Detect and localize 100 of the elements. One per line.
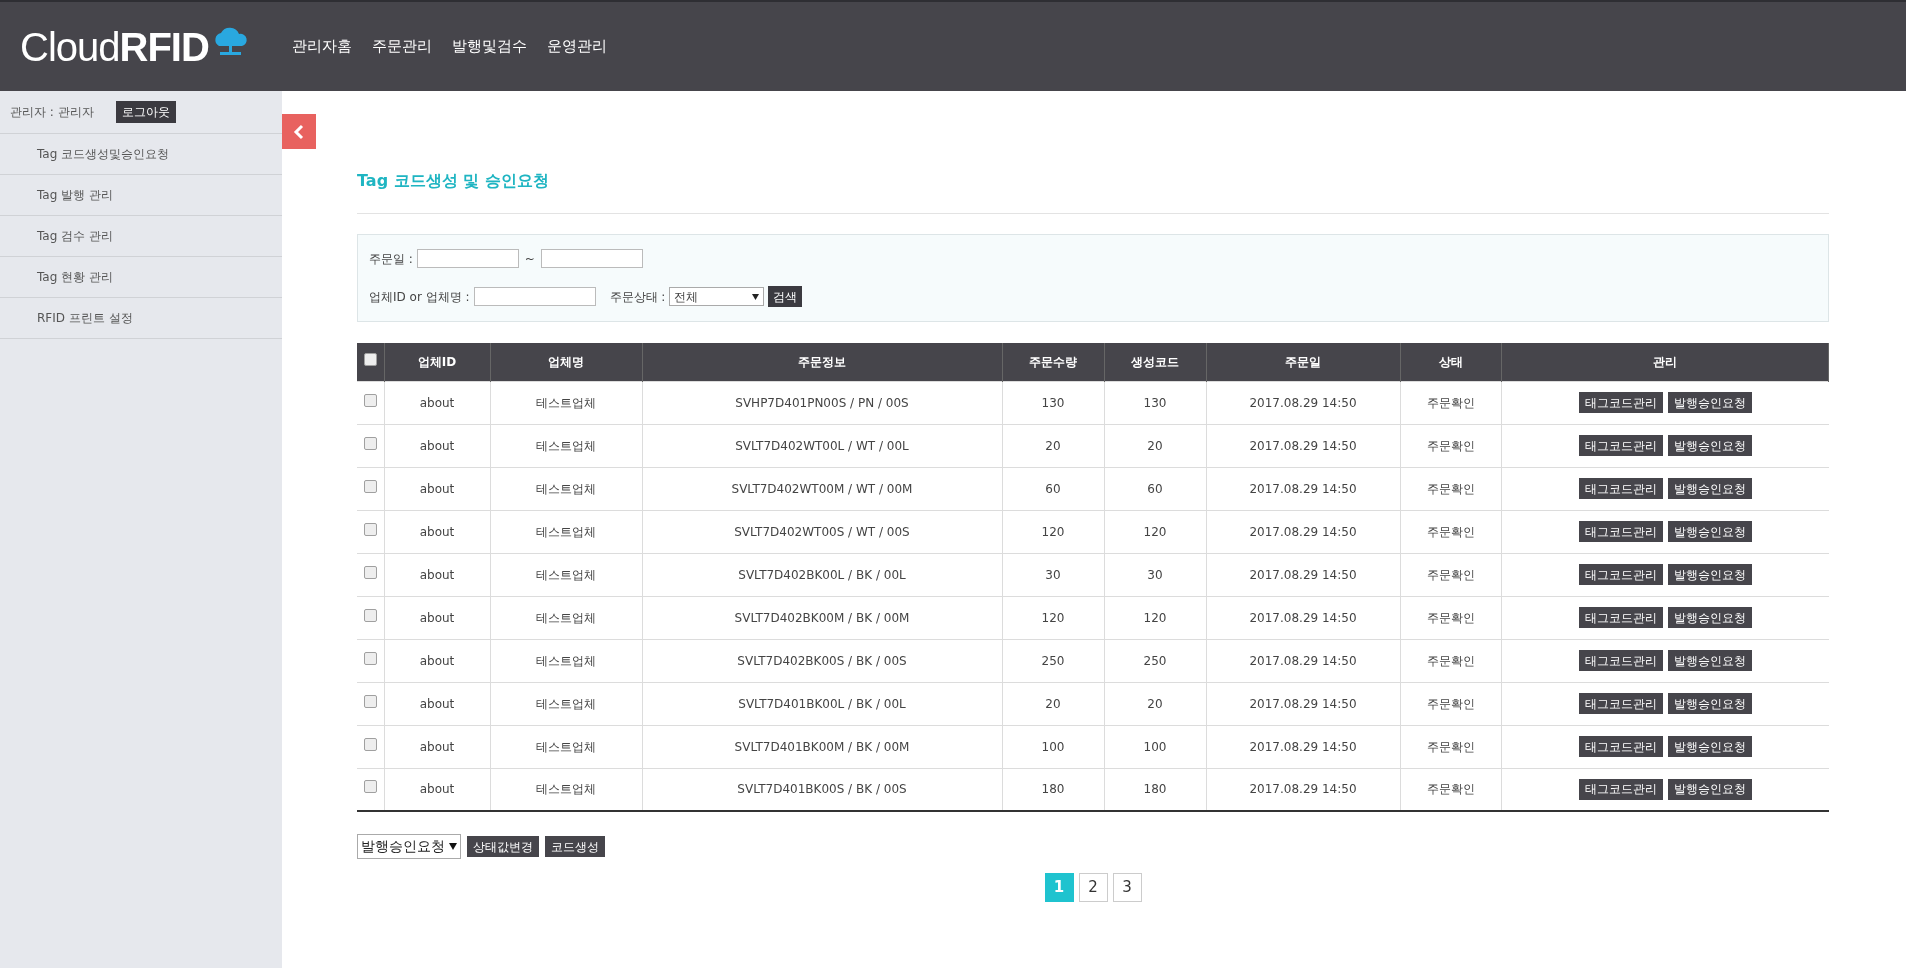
table-cell: 2017.08.29 14:50: [1206, 553, 1400, 596]
nav-link[interactable]: 운영관리: [547, 35, 607, 58]
table-cell: 120: [1104, 510, 1206, 553]
bulk-action-select[interactable]: 발행승인요청: [357, 834, 461, 859]
table-cell: 250: [1104, 639, 1206, 682]
row-action-button[interactable]: 발행승인요청: [1667, 736, 1752, 757]
page-button[interactable]: 2: [1078, 873, 1108, 902]
sidebar-item[interactable]: Tag 코드생성및승인요청: [0, 134, 282, 175]
row-action-button[interactable]: 발행승인요청: [1667, 435, 1752, 456]
row-action-button[interactable]: 발행승인요청: [1667, 778, 1752, 800]
table-cell: 2017.08.29 14:50: [1206, 682, 1400, 725]
table-cell: 100: [1002, 725, 1104, 768]
bulk-action-button[interactable]: 상태값변경: [467, 836, 539, 857]
table-cell: 주문확인: [1400, 596, 1501, 639]
sidebar-item[interactable]: RFID 프린트 설정: [0, 298, 282, 339]
table-cell: 180: [1002, 768, 1104, 811]
search-button[interactable]: 검색: [768, 286, 803, 307]
row-action-button[interactable]: 태그코드관리: [1578, 693, 1663, 714]
date-to-field[interactable]: [540, 249, 643, 268]
row-action-button[interactable]: 발행승인요청: [1667, 693, 1752, 714]
table-cell: 130: [1002, 381, 1104, 424]
row-checkbox[interactable]: [363, 565, 377, 579]
select-all-checkbox[interactable]: [363, 352, 377, 366]
row-checkbox[interactable]: [363, 780, 377, 794]
date-from-field[interactable]: [416, 249, 519, 268]
row-checkbox[interactable]: [363, 737, 377, 751]
table-cell: 20: [1104, 424, 1206, 467]
row-checkbox[interactable]: [363, 436, 377, 450]
row-checkbox[interactable]: [363, 479, 377, 493]
row-action-button[interactable]: 태그코드관리: [1578, 650, 1663, 671]
logout-button[interactable]: 로그아웃: [115, 101, 176, 123]
table-cell: 2017.08.29 14:50: [1206, 467, 1400, 510]
table-cell: 주문확인: [1400, 682, 1501, 725]
row-checkbox[interactable]: [363, 522, 377, 536]
row-action-button[interactable]: 발행승인요청: [1667, 607, 1752, 628]
filter-label: 주문일 :: [369, 250, 413, 268]
table-cell: SVLT7D402WT00S / WT / 00S: [642, 510, 1002, 553]
nav-link[interactable]: 발행및검수: [452, 35, 527, 58]
collapse-sidebar-button[interactable]: [282, 114, 316, 149]
row-action-button[interactable]: 태그코드관리: [1578, 521, 1663, 542]
row-action-button[interactable]: 태그코드관리: [1578, 778, 1663, 800]
header-cell: 상태: [1400, 343, 1501, 381]
table-cell: 주문확인: [1400, 510, 1501, 553]
dropdown-arrow-icon: [449, 843, 457, 850]
table-cell: 120: [1002, 596, 1104, 639]
row-action-button[interactable]: 발행승인요청: [1667, 564, 1752, 585]
row-checkbox[interactable]: [363, 608, 377, 622]
table-cell: 20: [1002, 682, 1104, 725]
table-cell: SVLT7D402BK00L / BK / 00L: [642, 553, 1002, 596]
row-action-button[interactable]: 태그코드관리: [1578, 435, 1663, 456]
table-cell: 테스트업체: [490, 639, 642, 682]
table-cell: 테스트업체: [490, 553, 642, 596]
row-action-button[interactable]: 태그코드관리: [1578, 392, 1663, 413]
bulk-action-button[interactable]: 코드생성: [545, 836, 605, 857]
table-cell: 120: [1104, 596, 1206, 639]
table-cell: 주문확인: [1400, 467, 1501, 510]
table-cell: about: [384, 510, 490, 553]
dropdown-arrow-icon: [752, 293, 760, 300]
table-cell: about: [384, 596, 490, 639]
table-cell: 180: [1104, 768, 1206, 811]
table-cell: 2017.08.29 14:50: [1206, 510, 1400, 553]
sidebar-item[interactable]: Tag 현황 관리: [0, 257, 282, 298]
chevron-left-icon: [293, 123, 305, 140]
table-cell: 주문확인: [1400, 639, 1501, 682]
table-cell: 2017.08.29 14:50: [1206, 725, 1400, 768]
row-action-button[interactable]: 태그코드관리: [1578, 736, 1663, 757]
nav-link[interactable]: 주문관리: [372, 35, 432, 58]
table-cell: SVLT7D402WT00L / WT / 00L: [642, 424, 1002, 467]
row-action-button[interactable]: 발행승인요청: [1667, 392, 1752, 413]
table-cell: about: [384, 424, 490, 467]
table-cell: 주문확인: [1400, 768, 1501, 811]
logo[interactable]: CloudRFID: [20, 16, 272, 77]
status-select[interactable]: 전체: [669, 287, 765, 306]
table-cell: 30: [1002, 553, 1104, 596]
row-action-button[interactable]: 태그코드관리: [1578, 478, 1663, 499]
row-action-button[interactable]: 발행승인요청: [1667, 650, 1752, 671]
row-action-button[interactable]: 발행승인요청: [1667, 521, 1752, 542]
table-cell: about: [384, 768, 490, 811]
table-cell: SVLT7D401BK00L / BK / 00L: [642, 682, 1002, 725]
row-checkbox[interactable]: [363, 393, 377, 407]
table-cell: SVLT7D401BK00M / BK / 00M: [642, 725, 1002, 768]
row-checkbox[interactable]: [363, 651, 377, 665]
table-cell: about: [384, 682, 490, 725]
header-cell: 업체명: [490, 343, 642, 381]
row-checkbox[interactable]: [363, 694, 377, 708]
page-button[interactable]: 3: [1112, 873, 1142, 902]
company-field[interactable]: [473, 287, 596, 306]
row-action-button[interactable]: 태그코드관리: [1578, 564, 1663, 585]
row-action-button[interactable]: 태그코드관리: [1578, 607, 1663, 628]
table-cell: 2017.08.29 14:50: [1206, 424, 1400, 467]
table-cell: 테스트업체: [490, 682, 642, 725]
header-cell: 주문일: [1206, 343, 1400, 381]
table-cell: 테스트업체: [490, 725, 642, 768]
row-action-button[interactable]: 발행승인요청: [1667, 478, 1752, 499]
nav-link[interactable]: 관리자홈: [292, 35, 352, 58]
sidebar-item[interactable]: Tag 검수 관리: [0, 216, 282, 257]
sidebar-item[interactable]: Tag 발행 관리: [0, 175, 282, 216]
table-cell: SVLT7D402WT00M / WT / 00M: [642, 467, 1002, 510]
table-cell: about: [384, 467, 490, 510]
table-cell: about: [384, 725, 490, 768]
